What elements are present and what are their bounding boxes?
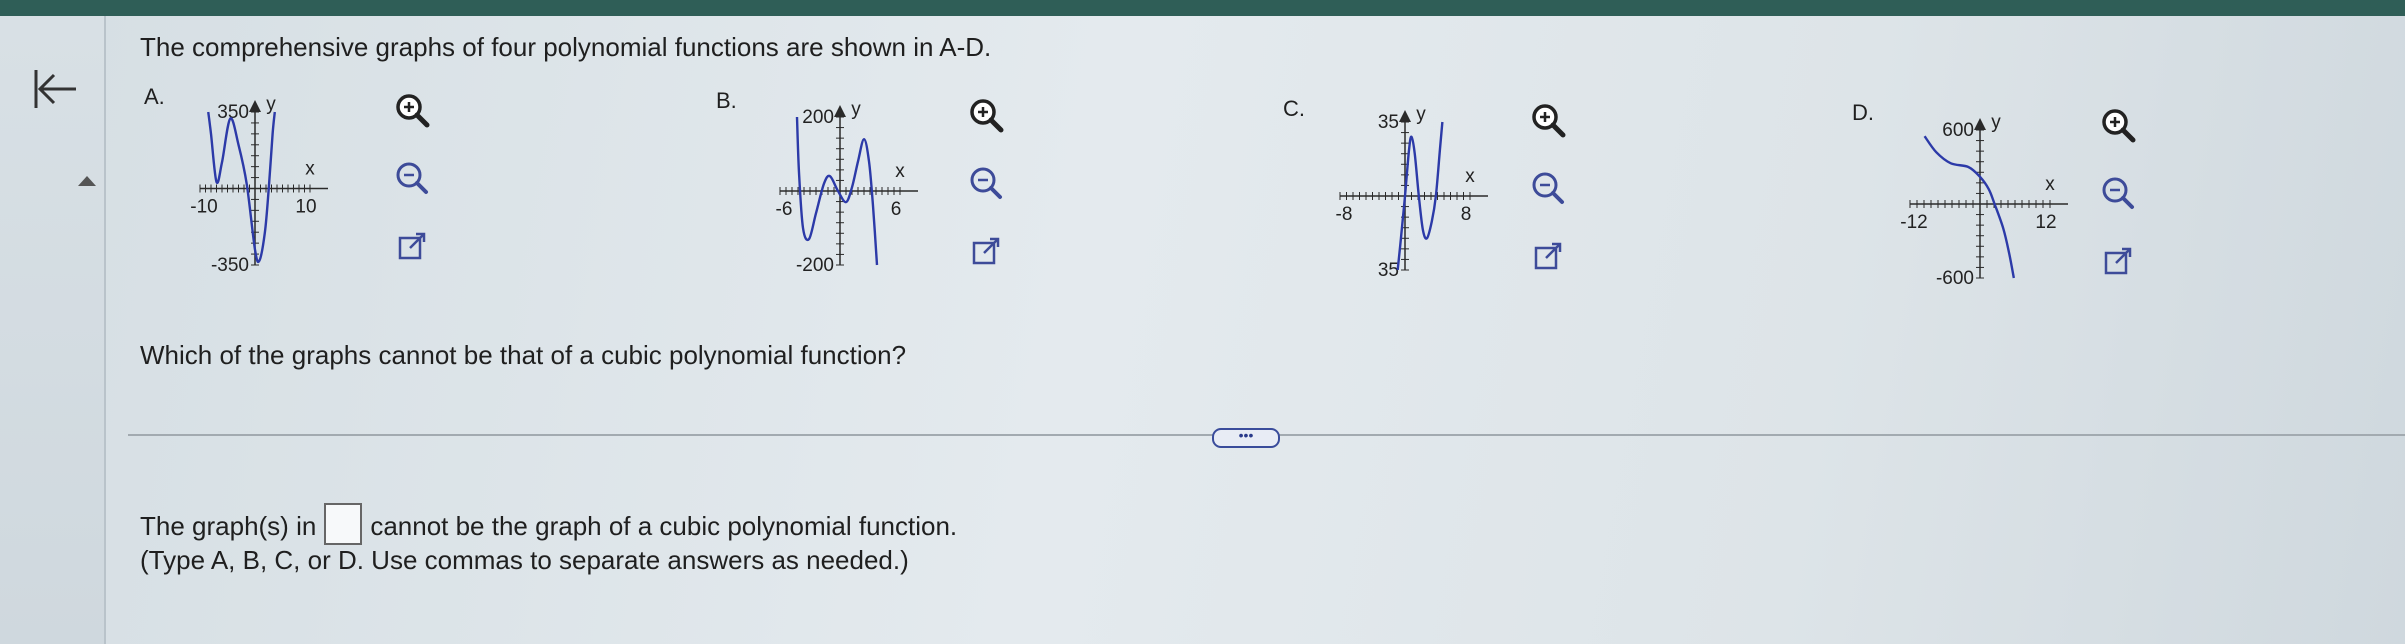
curve-A — [207, 111, 276, 264]
open-external-icon[interactable] — [966, 231, 1006, 271]
y-min-label: -200 — [796, 255, 834, 276]
x-min-label: -10 — [190, 197, 217, 218]
x-max-label: 10 — [295, 197, 316, 218]
y-max-label: 35 — [1378, 112, 1399, 133]
x-axis-label: x — [305, 159, 315, 180]
back-arrow-icon[interactable] — [30, 64, 80, 114]
more-options-button[interactable]: ••• — [1212, 428, 1280, 448]
question-text: Which of the graphs cannot be that of a … — [140, 340, 907, 370]
y-min-label: -600 — [1936, 268, 1974, 289]
x-max-label: 8 — [1461, 204, 1472, 225]
sidebar — [0, 16, 106, 644]
x-min-label: -12 — [1900, 212, 1927, 233]
answer-hint: (Type A, B, C, or D. Use commas to separ… — [140, 545, 909, 575]
y-axis-arrow — [834, 105, 846, 117]
open-external-icon[interactable] — [2098, 241, 2138, 281]
answer-input-box[interactable] — [324, 503, 363, 545]
y-axis-label: y — [266, 94, 276, 115]
x-axis-label: x — [2045, 174, 2055, 195]
x-max-label: 6 — [891, 199, 902, 220]
graph-label-B: B. — [716, 88, 737, 113]
y-axis-label: y — [851, 99, 861, 120]
y-min-label: -350 — [211, 255, 249, 276]
answer-prefix: The graph(s) in — [140, 511, 317, 541]
zoom-in-icon[interactable] — [966, 95, 1006, 135]
prompt-text: The comprehensive graphs of four polynom… — [140, 32, 992, 62]
y-axis-arrow — [249, 100, 261, 112]
collapse-triangle-icon[interactable] — [78, 176, 96, 186]
x-min-label: -6 — [776, 199, 793, 220]
graph-D: 600 -600 -12 12 x y — [1900, 112, 2068, 289]
x-axis-label: x — [1465, 166, 1475, 187]
zoom-out-icon[interactable] — [2098, 173, 2138, 213]
y-axis-arrow — [1974, 118, 1986, 130]
top-bar — [0, 0, 2405, 16]
x-axis-label: x — [895, 161, 905, 182]
zoom-in-icon[interactable] — [392, 90, 432, 130]
y-max-label: 600 — [1942, 120, 1974, 141]
y-axis-label: y — [1416, 104, 1426, 125]
zoom-out-icon[interactable] — [1528, 168, 1568, 208]
open-external-icon[interactable] — [1528, 236, 1568, 276]
x-max-label: 12 — [2035, 212, 2056, 233]
graph-B: 200 -200 -6 6 x y — [776, 99, 918, 276]
zoom-in-icon[interactable] — [1528, 100, 1568, 140]
y-axis-arrow — [1399, 110, 1411, 122]
zoom-in-icon[interactable] — [2098, 105, 2138, 145]
y-max-label: 200 — [802, 107, 834, 128]
graph-A: 350-350-10 10xy — [190, 94, 328, 276]
y-axis-label: y — [1991, 112, 2001, 133]
zoom-out-icon[interactable] — [392, 158, 432, 198]
x-min-label: -8 — [1336, 204, 1353, 225]
open-external-icon[interactable] — [392, 226, 432, 266]
y-min-label: 35 — [1378, 260, 1399, 281]
answer-suffix: cannot be the graph of a cubic polynomia… — [370, 511, 958, 541]
graph-C: 35 35 -8 8 x y — [1336, 104, 1488, 281]
answer-line: The graph(s) in cannot be the graph of a … — [140, 503, 957, 545]
zoom-out-icon[interactable] — [966, 163, 1006, 203]
